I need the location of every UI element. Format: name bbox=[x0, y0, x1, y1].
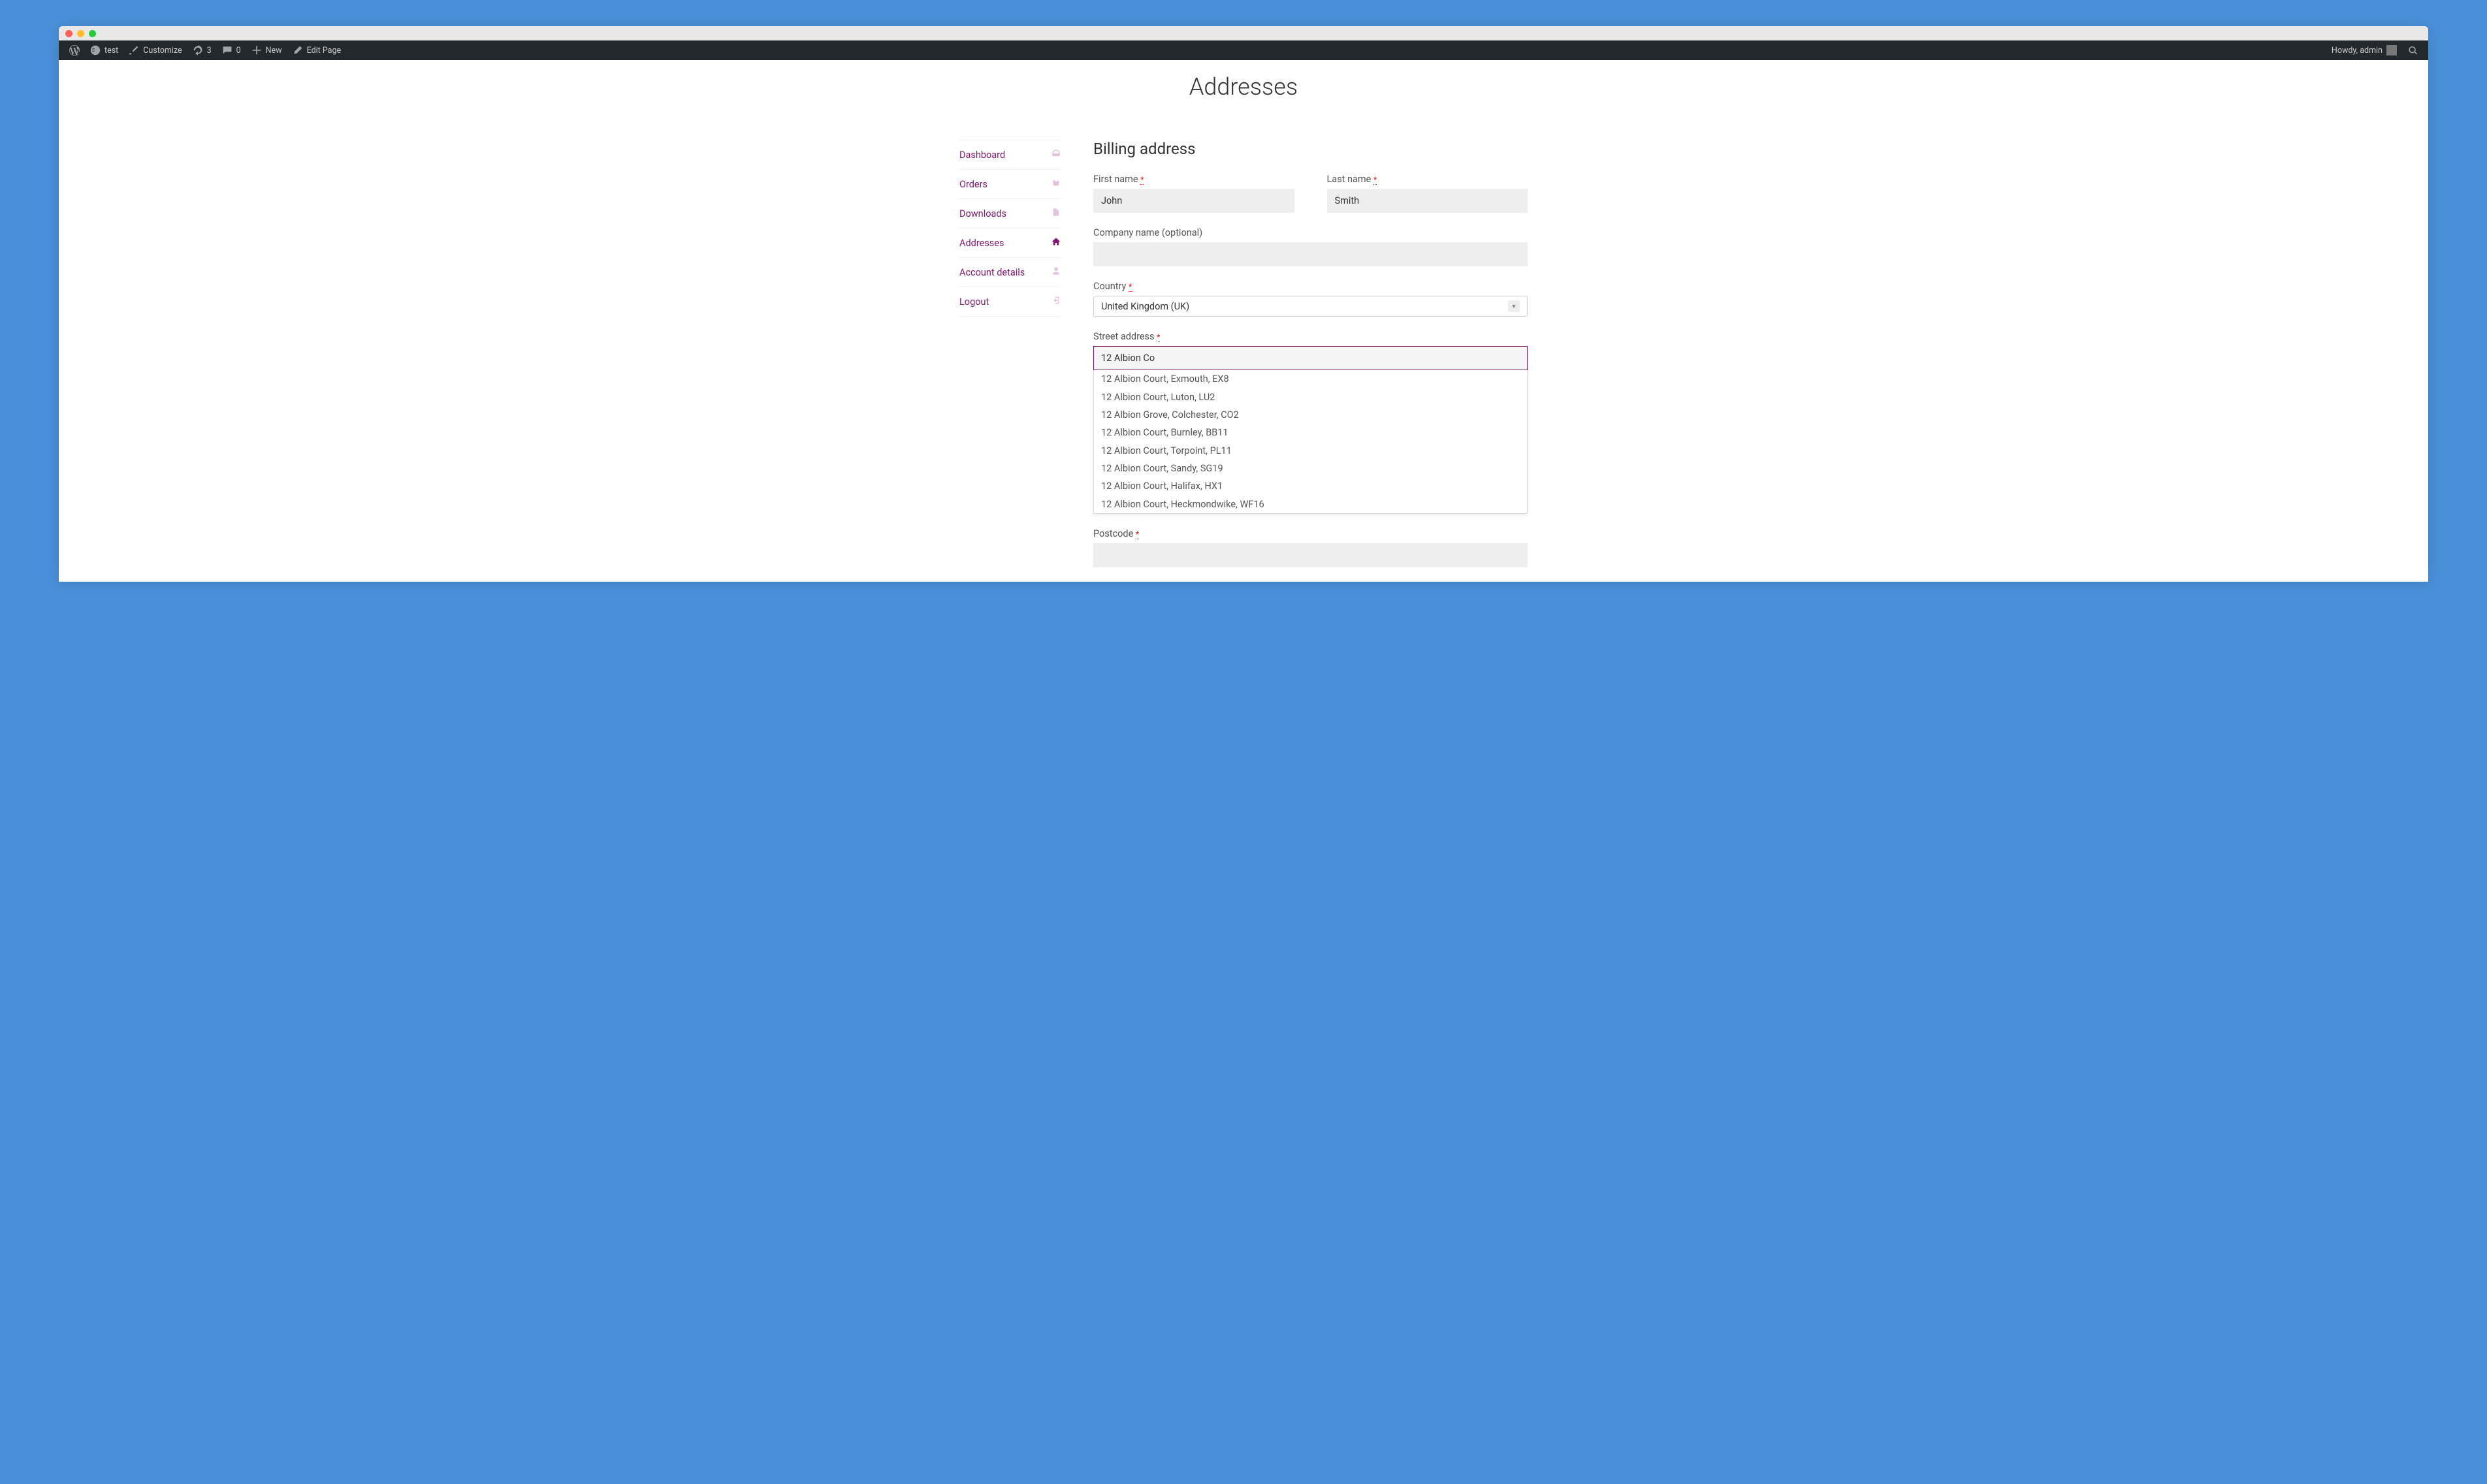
street-address-field[interactable] bbox=[1093, 346, 1528, 370]
updates-count: 3 bbox=[207, 46, 212, 55]
close-window-icon[interactable] bbox=[65, 30, 72, 37]
maximize-window-icon[interactable] bbox=[89, 30, 96, 37]
autocomplete-option[interactable]: 12 Albion Court, Burnley, BB11 bbox=[1094, 424, 1527, 441]
logout-icon bbox=[1051, 296, 1061, 308]
country-label: Country * bbox=[1093, 281, 1528, 292]
first-name-field[interactable] bbox=[1093, 189, 1294, 213]
autocomplete-option[interactable]: 12 Albion Grove, Colchester, CO2 bbox=[1094, 406, 1527, 424]
basket-icon bbox=[1051, 178, 1061, 190]
sidebar-item-dashboard[interactable]: Dashboard bbox=[959, 140, 1061, 169]
comments-link[interactable]: 0 bbox=[217, 40, 246, 60]
account-nav: Dashboard Orders Downloads bbox=[959, 140, 1061, 582]
postcode-label: Postcode * bbox=[1093, 528, 1528, 539]
avatar-icon bbox=[2386, 45, 2397, 55]
edit-page-text: Edit Page bbox=[307, 46, 342, 55]
sidebar-item-label: Downloads bbox=[959, 208, 1006, 219]
country-value: United Kingdom (UK) bbox=[1101, 301, 1189, 312]
autocomplete-option[interactable]: 12 Albion Court, Halifax, HX1 bbox=[1094, 477, 1527, 495]
autocomplete-option[interactable]: 12 Albion Court, Sandy, SG19 bbox=[1094, 460, 1527, 477]
customize-link[interactable]: Customize bbox=[123, 40, 187, 60]
site-name-link[interactable]: test bbox=[85, 40, 123, 60]
sidebar-item-label: Orders bbox=[959, 179, 987, 190]
customize-text: Customize bbox=[143, 46, 182, 55]
sidebar-item-logout[interactable]: Logout bbox=[959, 287, 1061, 317]
minimize-window-icon[interactable] bbox=[77, 30, 84, 37]
wordpress-icon bbox=[69, 45, 80, 55]
autocomplete-option[interactable]: 12 Albion Court, Torpoint, PL11 bbox=[1094, 442, 1527, 460]
dashboard-icon bbox=[90, 45, 101, 55]
browser-window: test Customize 3 0 New Edit Page bbox=[59, 26, 2428, 582]
dashboard-icon bbox=[1051, 149, 1061, 161]
sidebar-item-downloads[interactable]: Downloads bbox=[959, 198, 1061, 228]
sidebar-item-label: Account details bbox=[959, 267, 1025, 278]
postcode-field[interactable] bbox=[1093, 543, 1528, 567]
plus-icon bbox=[251, 45, 262, 55]
sidebar-item-account-details[interactable]: Account details bbox=[959, 257, 1061, 287]
address-autocomplete-dropdown: 12 Albion Court, Exmouth, EX8 12 Albion … bbox=[1093, 370, 1528, 514]
autocomplete-option[interactable]: 12 Albion Court, Heckmondwike, WF16 bbox=[1094, 496, 1527, 513]
new-text: New bbox=[266, 46, 282, 55]
pencil-icon bbox=[293, 45, 303, 55]
file-icon bbox=[1051, 208, 1061, 219]
wp-logo[interactable] bbox=[64, 40, 85, 60]
last-name-field[interactable] bbox=[1327, 189, 1528, 213]
site-name-text: test bbox=[104, 46, 118, 55]
autocomplete-option[interactable]: 12 Albion Court, Exmouth, EX8 bbox=[1094, 370, 1527, 388]
chevron-down-icon: ▼ bbox=[1508, 300, 1520, 312]
required-indicator: * bbox=[1140, 175, 1144, 185]
sidebar-item-label: Logout bbox=[959, 296, 989, 308]
paintbrush-icon bbox=[129, 45, 139, 55]
sidebar-item-orders[interactable]: Orders bbox=[959, 169, 1061, 198]
page-title: Addresses bbox=[59, 73, 2428, 101]
form-title: Billing address bbox=[1093, 140, 1528, 158]
home-icon bbox=[1051, 237, 1061, 249]
new-content-link[interactable]: New bbox=[246, 40, 287, 60]
required-indicator: * bbox=[1129, 282, 1132, 292]
search-icon bbox=[2407, 45, 2418, 55]
first-name-label: First name * bbox=[1093, 174, 1294, 185]
country-select[interactable]: United Kingdom (UK) ▼ bbox=[1093, 296, 1528, 317]
howdy-text: Howdy, admin bbox=[2332, 46, 2383, 55]
autocomplete-option[interactable]: 12 Albion Court, Luton, LU2 bbox=[1094, 388, 1527, 405]
company-label: Company name (optional) bbox=[1093, 227, 1528, 238]
sidebar-item-label: Addresses bbox=[959, 238, 1004, 249]
comments-icon bbox=[222, 45, 233, 55]
wp-admin-bar: test Customize 3 0 New Edit Page bbox=[59, 40, 2428, 60]
required-indicator: * bbox=[1157, 332, 1160, 342]
sidebar-item-label: Dashboard bbox=[959, 150, 1005, 161]
edit-page-link[interactable]: Edit Page bbox=[287, 40, 347, 60]
user-icon bbox=[1051, 266, 1061, 278]
street-address-label: Street address * bbox=[1093, 331, 1528, 342]
comments-count: 0 bbox=[236, 46, 241, 55]
company-field[interactable] bbox=[1093, 242, 1528, 266]
window-titlebar bbox=[59, 26, 2428, 40]
required-indicator: * bbox=[1136, 529, 1139, 539]
updates-link[interactable]: 3 bbox=[187, 40, 217, 60]
sidebar-item-addresses[interactable]: Addresses bbox=[959, 228, 1061, 257]
howdy-account-link[interactable]: Howdy, admin bbox=[2326, 40, 2402, 60]
last-name-label: Last name * bbox=[1327, 174, 1528, 185]
updates-icon bbox=[193, 45, 203, 55]
required-indicator: * bbox=[1373, 175, 1377, 185]
search-toggle[interactable] bbox=[2402, 40, 2423, 60]
